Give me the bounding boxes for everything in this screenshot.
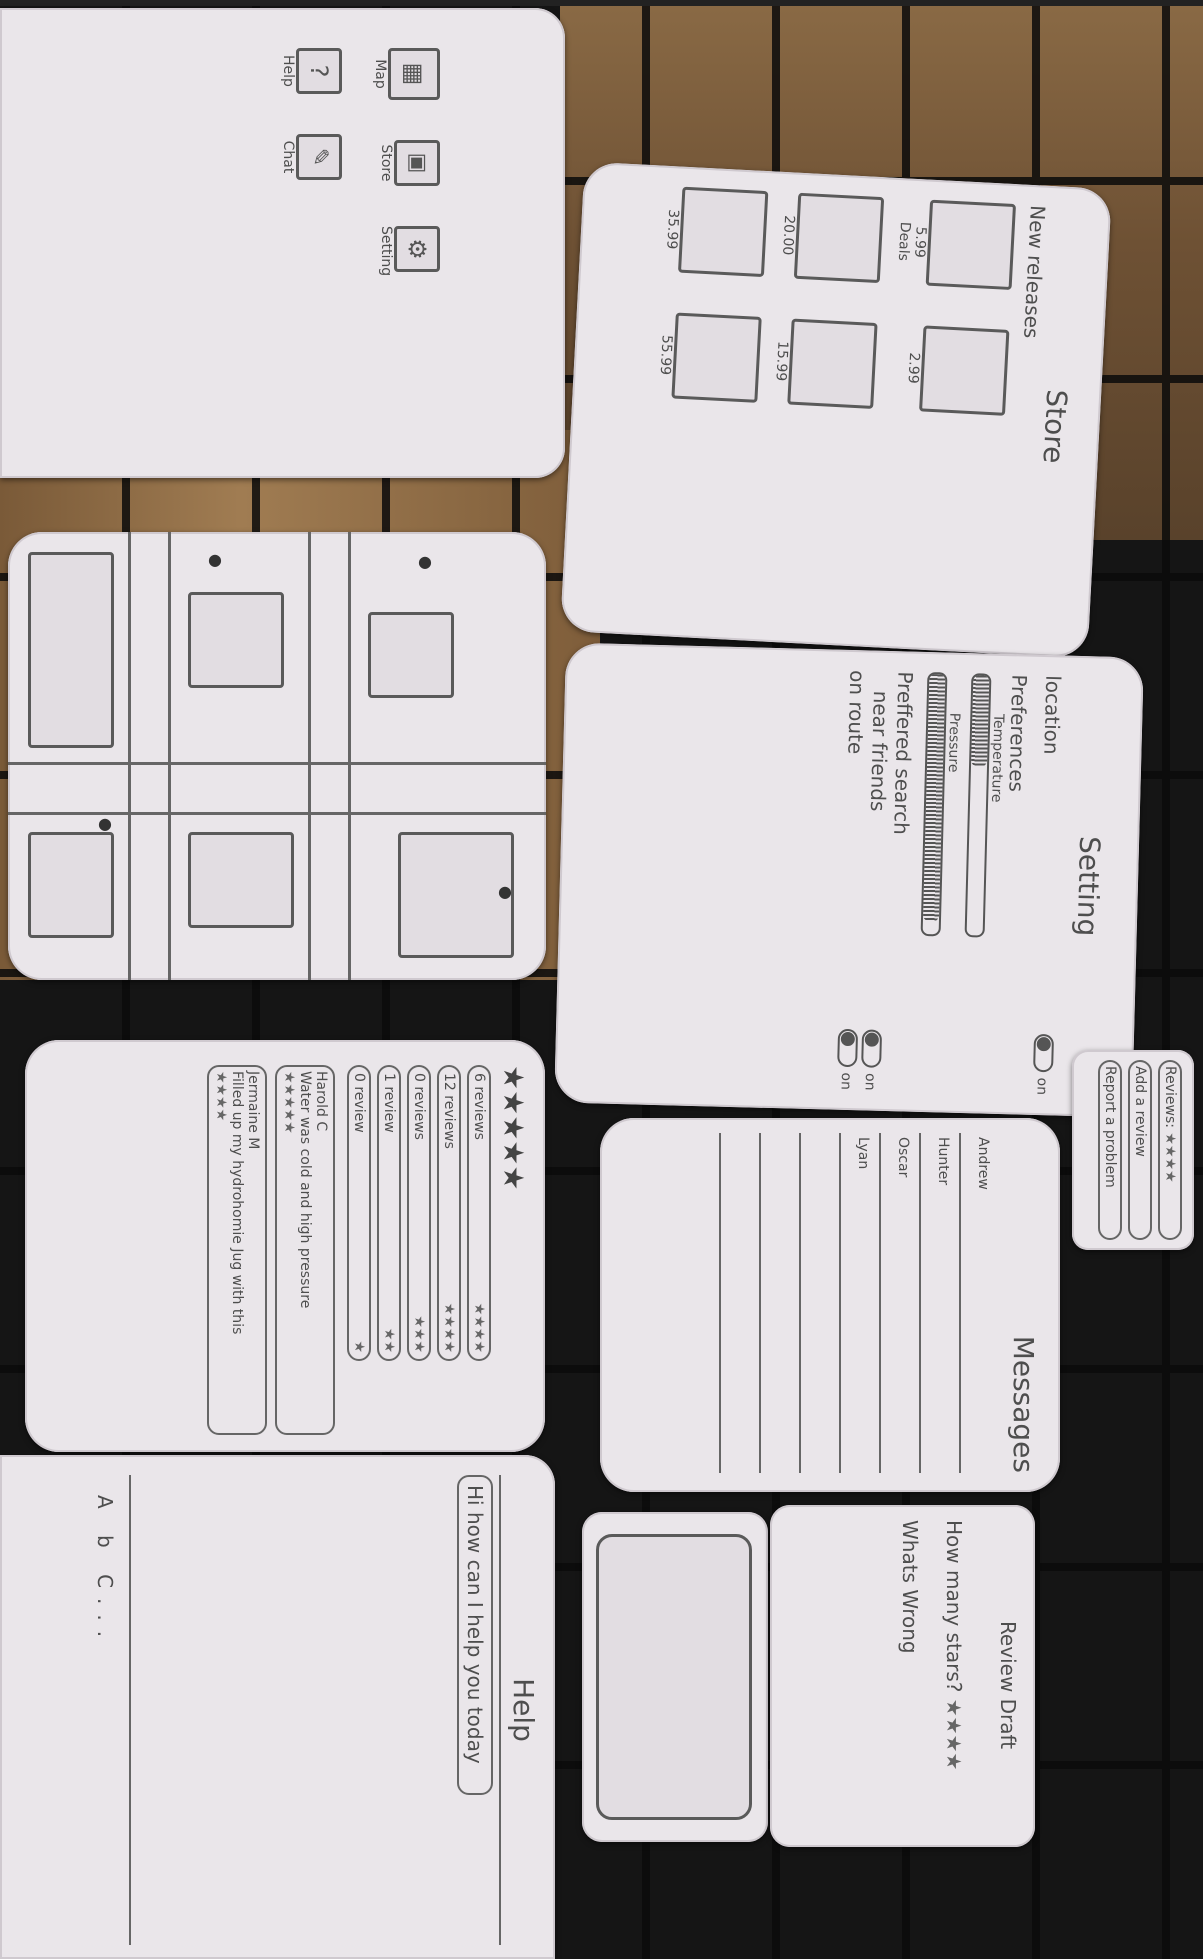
home-icon-setting[interactable]: ⚙ Setting <box>372 226 440 276</box>
map-pin-icon[interactable]: ● <box>208 550 222 569</box>
review-stars: ★★ <box>381 1327 397 1353</box>
chat-bubble: Hi how can I help you today <box>457 1475 493 1795</box>
home-icon-store[interactable]: ▣ Store <box>372 140 440 186</box>
contact-name: Hunter <box>935 1137 951 1186</box>
map-block <box>188 832 294 928</box>
review-count-row[interactable]: 0 reviews ★★★ <box>407 1065 431 1361</box>
map-block <box>28 552 114 748</box>
review-count: 0 reviews <box>411 1073 427 1140</box>
map-view[interactable]: ● ● ● ● <box>8 532 546 980</box>
review-draft-card: Review Draft How many stars? ★★★★ Whats … <box>770 1505 1035 1847</box>
contact-name: Oscar <box>895 1137 911 1178</box>
location-toggle[interactable] <box>1032 1034 1054 1073</box>
map-icon: ▦ <box>388 48 440 100</box>
store-item-2[interactable] <box>919 325 1010 416</box>
map-block <box>28 832 114 938</box>
reviews-card: ★★★★★ 6 reviews ★★★★ 12 reviews ★★★★ 0 revie… <box>25 1040 545 1452</box>
contact-name: Lyan <box>855 1137 871 1170</box>
map-block <box>188 592 284 688</box>
help-card: Help Hi how can I help you today A b C..… <box>0 1455 555 1959</box>
star-rating-input[interactable]: ★★★★ <box>942 1699 966 1771</box>
home-card: ▦ Map ▣ Store ⚙ Setting ? Help ✎ Chat <box>0 8 565 478</box>
top-strip <box>0 0 1203 6</box>
setting-title: Setting <box>1070 835 1107 937</box>
whats-wrong-textbox[interactable] <box>596 1534 752 1820</box>
review-stars: ★ <box>351 1340 367 1353</box>
store-item-4[interactable] <box>787 318 878 409</box>
review-stars: ★★★★ <box>441 1302 457 1353</box>
near-friends-toggle[interactable] <box>860 1029 882 1069</box>
review-count: 12 reviews <box>441 1073 457 1149</box>
review-comment-2: Jermaine M Filled up my hydrohomie Jug w… <box>207 1065 267 1435</box>
map-block <box>368 612 454 698</box>
home-icon-chat[interactable]: ✎ Chat <box>280 134 342 180</box>
messages-card: Messages Andrew Hunter Oscar Lyan <box>600 1118 1060 1492</box>
review-count-row[interactable]: 6 reviews ★★★★ <box>467 1065 491 1361</box>
store-item-6[interactable] <box>671 312 762 403</box>
store-item-5[interactable] <box>677 186 769 278</box>
message-thread-empty <box>759 1133 799 1473</box>
store-item-1[interactable] <box>925 199 1017 291</box>
review-draft-textbox-card <box>582 1512 768 1842</box>
home-icon-map[interactable]: ▦ Map <box>372 48 440 100</box>
message-thread[interactable]: Oscar <box>879 1133 919 1473</box>
location-label: location <box>1039 674 1066 755</box>
store-icon: ▣ <box>394 140 440 186</box>
gear-icon: ⚙ <box>394 226 440 272</box>
review-draft-title: Review Draft <box>996 1620 1020 1750</box>
review-count: 0 review <box>351 1073 367 1133</box>
message-thread[interactable]: Hunter <box>919 1133 959 1473</box>
help-icon: ? <box>296 48 342 94</box>
map-block <box>398 832 514 958</box>
help-title: Help <box>507 1678 540 1742</box>
near-friends-label: near friends <box>865 690 893 812</box>
review-comment-1: Harold C Water was cold and high pressur… <box>275 1065 335 1435</box>
report-problem-button[interactable]: Report a problem <box>1098 1060 1122 1240</box>
whats-wrong-label: Whats Wrong <box>898 1520 922 1654</box>
message-thread[interactable]: Andrew <box>959 1133 999 1473</box>
contact-name: Andrew <box>975 1137 991 1190</box>
home-icon-help[interactable]: ? Help <box>280 48 342 94</box>
add-review-button[interactable]: Add a review <box>1128 1060 1152 1240</box>
review-stars: ★★★★ <box>471 1302 487 1353</box>
map-card: ● ● ● ● <box>8 532 546 980</box>
on-route-toggle[interactable] <box>836 1029 858 1068</box>
temperature-fill <box>971 675 990 767</box>
stars-header: ★★★★★ <box>497 1065 530 1191</box>
review-count: 6 reviews <box>471 1073 487 1140</box>
rating-stars: ★★★★ <box>1162 1132 1178 1183</box>
how-many-stars-label: How many stars? ★★★★ <box>942 1520 966 1771</box>
message-thread-empty <box>799 1133 839 1473</box>
review-stars: ★★★ <box>411 1315 427 1353</box>
setting-card: Setting location on Preferences Temperat… <box>554 642 1144 1118</box>
map-pin-icon[interactable]: ● <box>498 882 512 901</box>
review-count-row[interactable]: 1 review ★★ <box>377 1065 401 1361</box>
map-pin-icon[interactable]: ● <box>418 552 432 571</box>
chat-icon: ✎ <box>296 134 342 180</box>
message-thread-empty <box>719 1133 759 1473</box>
on-route-label: on route <box>843 669 870 755</box>
messages-title: Messages <box>1007 1335 1040 1473</box>
message-thread[interactable]: Lyan <box>839 1133 879 1473</box>
review-count-row[interactable]: 12 reviews ★★★★ <box>437 1065 461 1361</box>
chat-input[interactable]: A b C... <box>87 1475 123 1945</box>
map-pin-icon[interactable]: ● <box>98 814 112 833</box>
reviews-stars-row: Reviews: ★★★★ <box>1158 1060 1182 1240</box>
store-item-3[interactable] <box>793 192 885 284</box>
review-popup-card: Reviews: ★★★★ Add a review Report a prob… <box>1072 1050 1194 1250</box>
review-count: 1 review <box>381 1073 397 1133</box>
review-count-row[interactable]: 0 review ★ <box>347 1065 371 1361</box>
store-card: Store New releases 5.99 Deals 2.99 20.00… <box>560 161 1112 659</box>
